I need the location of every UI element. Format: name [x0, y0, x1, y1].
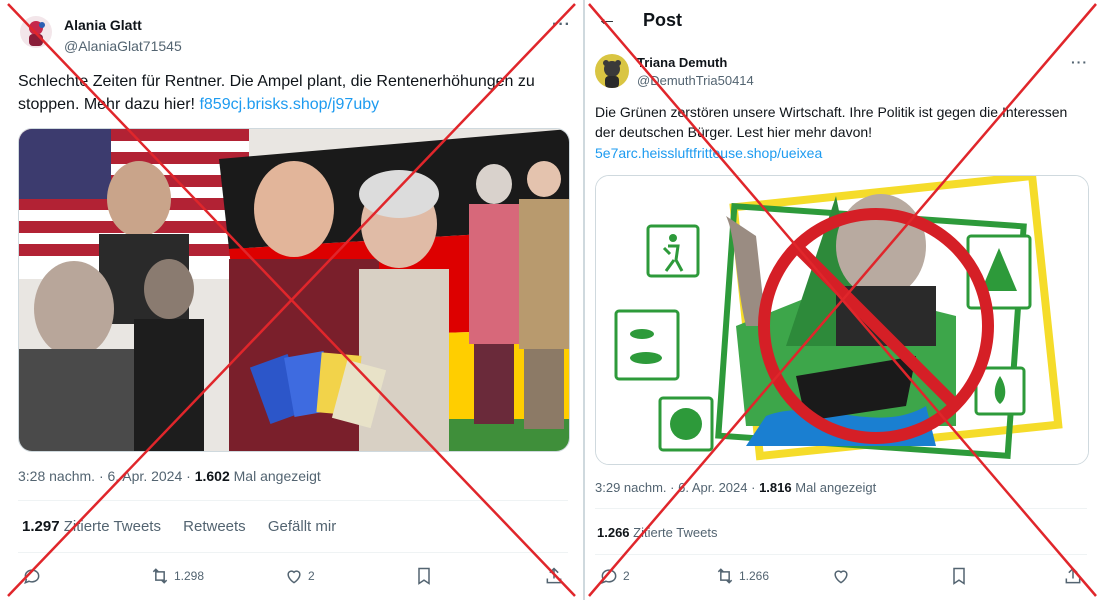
- tweet-media-image[interactable]: [18, 128, 570, 452]
- reply-button[interactable]: 2: [599, 566, 630, 586]
- divider: [18, 552, 568, 553]
- divider: [595, 508, 1087, 509]
- quotes-count: 1.266: [597, 525, 630, 540]
- likes-stat[interactable]: Gefällt mir: [268, 518, 336, 535]
- like-count: 2: [308, 569, 315, 583]
- share-icon: [546, 567, 562, 584]
- bookmark-icon: [418, 567, 430, 585]
- quotes-count: 1.297: [22, 518, 60, 535]
- more-icon[interactable]: ···: [552, 16, 571, 34]
- back-arrow-icon[interactable]: ←: [597, 8, 617, 31]
- author-handle[interactable]: @AlaniaGlat71545: [64, 38, 182, 54]
- tweet-time[interactable]: 3:28 nachm.: [18, 468, 95, 484]
- quotes-stat[interactable]: 1.266 Zitierte Tweets: [597, 525, 717, 540]
- reply-count: 2: [623, 569, 630, 583]
- views-label: Mal angezeigt: [233, 468, 321, 484]
- author-name[interactable]: Alania Glatt: [64, 17, 142, 33]
- tweet-body: Die Grünen zerstören unsere Wirtschaft. …: [595, 104, 1068, 141]
- quotes-label: Zitierte Tweets: [63, 518, 161, 535]
- reply-button[interactable]: [22, 566, 46, 586]
- quotes-label: Zitierte Tweets: [633, 525, 718, 540]
- retweet-icon: [152, 568, 168, 584]
- avatar[interactable]: [595, 54, 629, 88]
- views-count: 1.602: [194, 468, 230, 484]
- share-button[interactable]: [544, 566, 564, 586]
- retweet-button[interactable]: 1.266: [715, 566, 769, 586]
- tweet-stats: 1.297 Zitierte Tweets Retweets Gefällt m…: [22, 518, 354, 535]
- tweet-media-image[interactable]: [595, 175, 1089, 465]
- divider: [18, 500, 568, 501]
- tweet-stats: 1.266 Zitierte Tweets: [597, 525, 735, 540]
- share-button[interactable]: [1063, 566, 1083, 586]
- views-count: 1.816: [759, 480, 792, 495]
- tweet-text: Schlechte Zeiten für Rentner. Die Ampel …: [18, 70, 568, 116]
- author-handle[interactable]: @DemuthTria50414: [637, 73, 754, 88]
- retweet-button[interactable]: 1.298: [150, 566, 204, 586]
- bookmark-button[interactable]: [949, 566, 969, 586]
- author-name[interactable]: Triana Demuth: [637, 55, 727, 70]
- tweet-meta: 3:28 nachm. · 6. Apr. 2024 · 1.602 Mal a…: [18, 468, 321, 484]
- divider: [595, 554, 1087, 555]
- left-tweet-panel: Alania Glatt @AlaniaGlat71545 ··· Schlec…: [0, 0, 583, 600]
- retweet-icon: [717, 568, 733, 584]
- retweet-count: 1.298: [174, 569, 205, 583]
- more-icon[interactable]: ···: [1071, 54, 1088, 70]
- retweet-count: 1.266: [739, 569, 770, 583]
- tweet-link[interactable]: 5e7arc.heissluftfritteuse.shop/ueixea: [595, 145, 822, 161]
- page-title: Post: [643, 10, 683, 30]
- like-icon: [834, 570, 848, 584]
- reply-icon: [601, 569, 617, 584]
- quotes-stat[interactable]: 1.297 Zitierte Tweets: [22, 518, 161, 535]
- hiker-sign-graphic: [646, 224, 700, 278]
- tweet-meta: 3:29 nachm. · 6. Apr. 2024 · 1.816 Mal a…: [595, 480, 877, 495]
- views-label: Mal angezeigt: [795, 480, 877, 495]
- right-tweet-panel: ← Post Triana Demuth @DemuthTria50414 ··…: [585, 0, 1100, 600]
- avatar[interactable]: [20, 16, 52, 48]
- like-button[interactable]: [831, 566, 855, 586]
- reply-icon: [24, 569, 40, 584]
- tweet-date[interactable]: 6. Apr. 2024: [108, 468, 183, 484]
- like-button[interactable]: 2: [284, 566, 315, 586]
- share-icon: [1065, 567, 1081, 584]
- tweet-text: Die Grünen zerstören unsere Wirtschaft. …: [595, 102, 1075, 163]
- tweet-date[interactable]: 6. Apr. 2024: [678, 480, 747, 495]
- bookmark-icon: [953, 567, 965, 585]
- tweet-link[interactable]: f859cj.brisks.shop/j97uby: [199, 96, 379, 113]
- fish-sign-graphic: [614, 309, 680, 381]
- bookmark-button[interactable]: [414, 566, 434, 586]
- tweet-time[interactable]: 3:29 nachm.: [595, 480, 667, 495]
- like-icon: [287, 570, 301, 584]
- dining-sign-graphic: [658, 396, 714, 452]
- retweets-stat[interactable]: Retweets: [183, 518, 246, 535]
